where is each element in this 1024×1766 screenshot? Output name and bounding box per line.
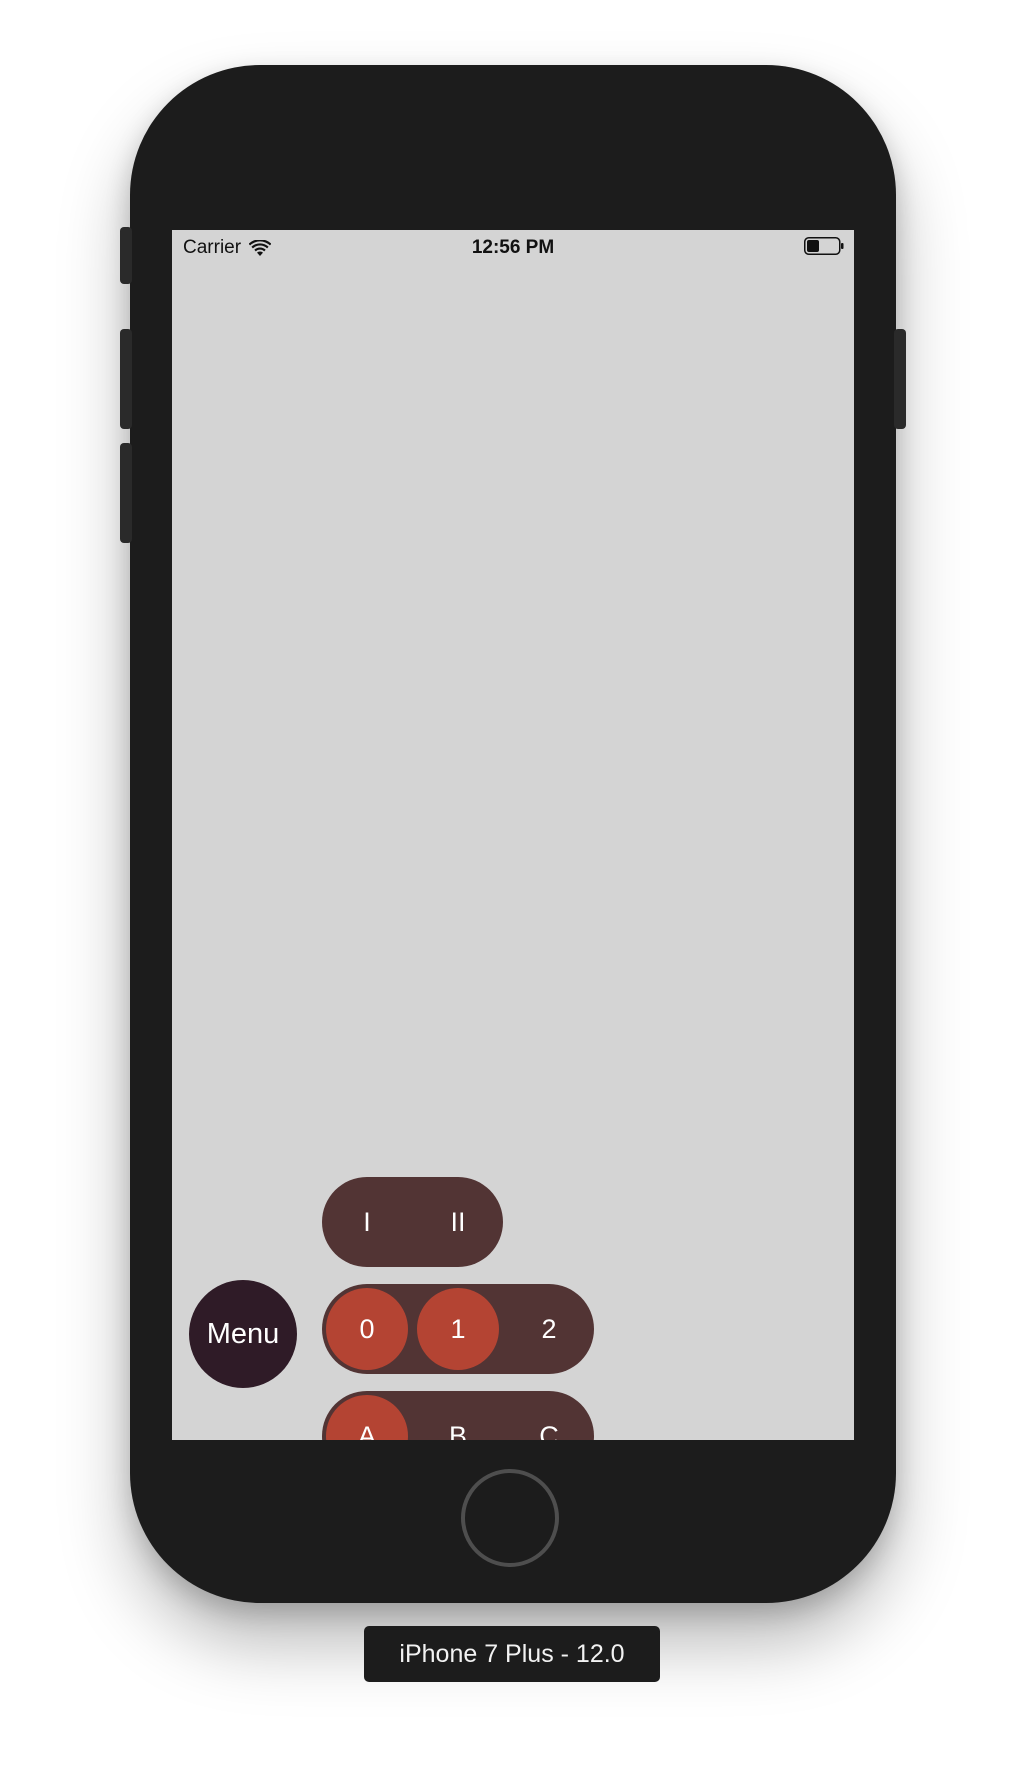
number-option-2[interactable]: 2: [508, 1288, 590, 1370]
home-button[interactable]: [461, 1469, 559, 1567]
simulator-stage: Carrier 12:56 PM I II 0 1 2 A B C Menu i…: [0, 0, 1024, 1766]
mute-switch: [120, 227, 132, 284]
menu-button[interactable]: Menu: [189, 1280, 297, 1388]
letter-option-a[interactable]: A: [326, 1395, 408, 1440]
volume-up-button: [120, 329, 132, 429]
number-option-0[interactable]: 0: [326, 1288, 408, 1370]
status-time: 12:56 PM: [471, 237, 555, 258]
app-screen: Carrier 12:56 PM I II 0 1 2 A B C Menu: [172, 230, 854, 1440]
device-label: iPhone 7 Plus - 12.0: [364, 1626, 660, 1682]
number-option-1[interactable]: 1: [417, 1288, 499, 1370]
roman-option-2[interactable]: II: [417, 1181, 499, 1263]
volume-down-button: [120, 443, 132, 543]
power-button: [894, 329, 906, 429]
roman-numeral-selector: I II: [322, 1177, 503, 1267]
letter-option-c[interactable]: C: [508, 1395, 590, 1441]
number-selector: 0 1 2: [322, 1284, 594, 1374]
status-bar: Carrier 12:56 PM: [172, 230, 854, 264]
letter-selector: A B C: [322, 1391, 594, 1440]
letter-option-b[interactable]: B: [417, 1395, 499, 1441]
roman-option-1[interactable]: I: [326, 1181, 408, 1263]
battery-icon: [804, 237, 844, 255]
iphone-device-frame: Carrier 12:56 PM I II 0 1 2 A B C Menu: [120, 65, 906, 1603]
